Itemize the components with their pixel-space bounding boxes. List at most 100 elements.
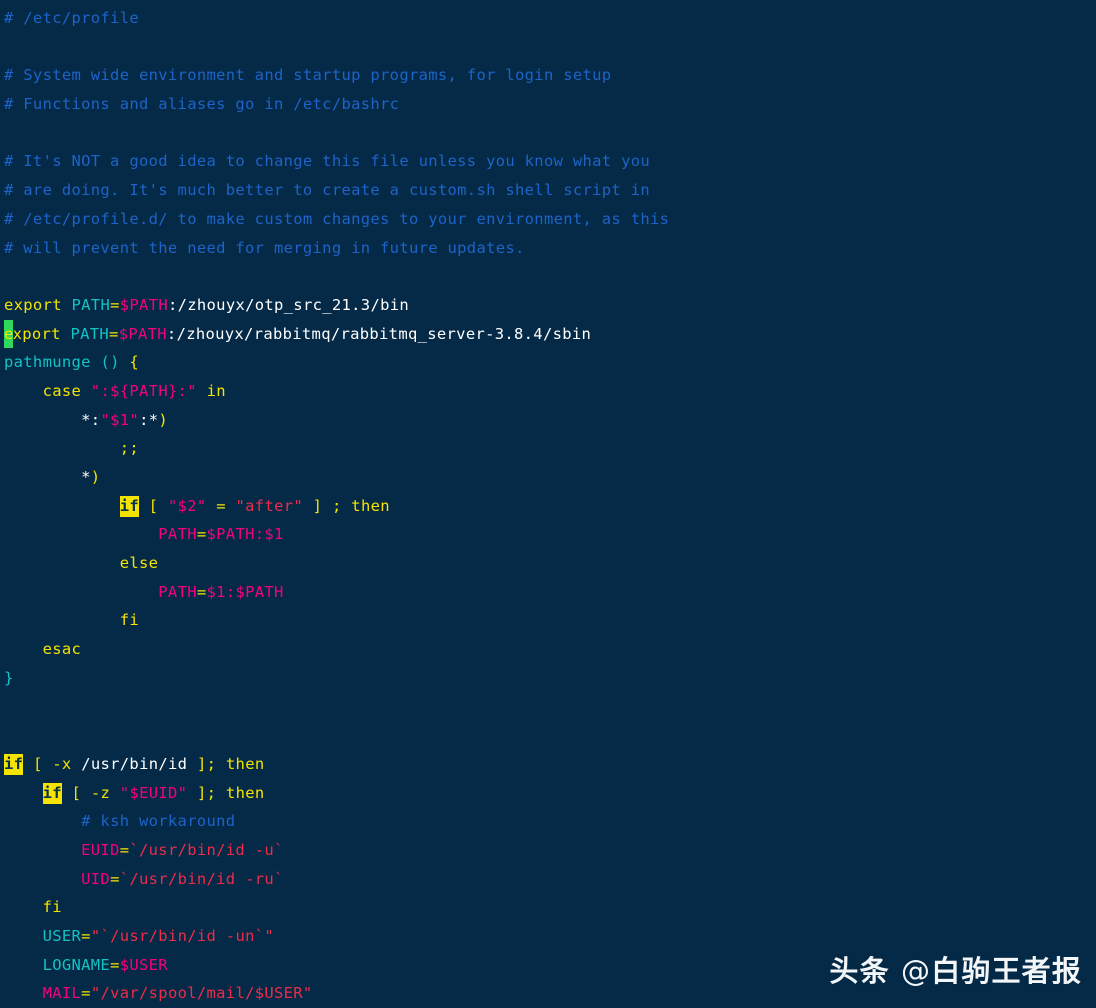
watermark-at-symbol: @: [901, 954, 932, 988]
code-line[interactable]: [4, 721, 1096, 750]
code-token-keyword: fi: [119, 611, 139, 630]
code-line[interactable]: }: [4, 664, 1096, 693]
code-token-var: $1: [206, 582, 226, 601]
code-token-var: "$EUID": [119, 783, 188, 802]
code-token-comment: # It's NOT a good idea to change this fi…: [4, 152, 650, 171]
code-token-string: "`/usr/bin/id -un`": [90, 927, 275, 945]
code-token-var: $1: [110, 410, 130, 429]
code-line[interactable]: export PATH=$PATH:/zhouyx/otp_src_21.3/b…: [4, 291, 1096, 320]
code-line[interactable]: # ksh workaround: [4, 807, 1096, 836]
code-token-keyword: ;: [206, 754, 217, 773]
code-line[interactable]: *): [4, 463, 1096, 492]
code-line[interactable]: fi: [4, 606, 1096, 635]
code-token-keyword: ): [90, 468, 101, 486]
code-line[interactable]: [4, 693, 1096, 722]
code-token-keyword: export: [4, 295, 62, 314]
code-token-keyword: ]: [312, 496, 323, 515]
code-line[interactable]: case ":${PATH}:" in: [4, 377, 1096, 406]
code-token-keyword: then: [225, 754, 265, 773]
code-token-string: `/usr/bin/id -ru`: [119, 869, 284, 888]
code-token-var: :": [177, 381, 197, 400]
code-token-keyword: else: [119, 554, 159, 573]
watermark-brand: 头条: [829, 954, 890, 988]
code-line[interactable]: ;;: [4, 434, 1096, 463]
code-line[interactable]: if [ -x /usr/bin/id ]; then: [4, 750, 1096, 779]
code-line[interactable]: esac: [4, 635, 1096, 664]
code-line[interactable]: USER="`/usr/bin/id -un`": [4, 922, 1096, 951]
code-token-brace: }: [4, 668, 14, 687]
code-line[interactable]: # It's NOT a good idea to change this fi…: [4, 147, 1096, 176]
code-token-string: "/var/spool/mail/$USER": [90, 984, 313, 1003]
code-line[interactable]: PATH=$PATH:$1: [4, 520, 1096, 549]
code-token-var: $PATH: [206, 525, 255, 544]
code-token-string: `/usr/bin/id -u`: [129, 840, 284, 859]
code-line[interactable]: # /etc/profile: [4, 4, 1096, 33]
code-token-keyword: ]: [196, 754, 207, 773]
code-token-var: EUID: [81, 840, 120, 859]
code-line[interactable]: PATH=$1:$PATH: [4, 578, 1096, 607]
code-line[interactable]: # /etc/profile.d/ to make custom changes…: [4, 205, 1096, 234]
code-token-var: :: [254, 525, 265, 544]
code-token-keyword: =: [110, 295, 120, 314]
code-token-plain: *: [148, 410, 159, 429]
code-token-keyword: ;: [206, 783, 217, 802]
code-line[interactable]: pathmunge () {: [4, 348, 1096, 377]
code-line[interactable]: else: [4, 549, 1096, 578]
code-token-plain: :: [90, 410, 101, 429]
code-token-string: "after": [235, 496, 304, 515]
code-token-keyword: =: [216, 496, 226, 515]
code-token-keyword: in: [206, 381, 226, 400]
code-token-ident: (): [100, 353, 120, 372]
code-token-plain: *: [81, 410, 91, 429]
code-token-keyword: ;: [331, 496, 342, 515]
source-code-listing[interactable]: # /etc/profile # System wide environment…: [4, 4, 1096, 1008]
code-token-keyword: ]: [196, 783, 207, 802]
code-editor-pane[interactable]: # /etc/profile # System wide environment…: [0, 0, 1096, 1002]
code-token-var: ": [100, 410, 111, 429]
code-line[interactable]: export PATH=$PATH:/zhouyx/rabbitmq/rabbi…: [4, 319, 1096, 349]
code-token-keyword: then: [225, 783, 265, 802]
code-line[interactable]: fi: [4, 893, 1096, 922]
code-line[interactable]: [4, 119, 1096, 148]
code-line[interactable]: *:"$1":*): [4, 406, 1096, 435]
code-line[interactable]: EUID=`/usr/bin/id -u`: [4, 836, 1096, 865]
code-line[interactable]: # Functions and aliases go in /etc/bashr…: [4, 90, 1096, 119]
code-token-keyword: fi: [42, 898, 62, 917]
code-token-comment: # will prevent the need for merging in f…: [4, 238, 525, 257]
code-line[interactable]: if [ -z "$EUID" ]; then: [4, 779, 1096, 808]
code-token-keyword: xport: [12, 324, 61, 343]
code-token-keyword: =: [110, 869, 120, 888]
code-line[interactable]: # will prevent the need for merging in f…: [4, 234, 1096, 263]
code-line[interactable]: [4, 262, 1096, 291]
code-token-var: $PATH: [235, 582, 284, 601]
code-line[interactable]: [4, 33, 1096, 62]
code-line[interactable]: # System wide environment and startup pr…: [4, 61, 1096, 90]
code-token-comment: # Functions and aliases go in /etc/bashr…: [4, 95, 400, 114]
code-line[interactable]: if [ "$2" = "after" ] ; then: [4, 492, 1096, 521]
code-line[interactable]: # are doing. It's much better to create …: [4, 176, 1096, 205]
code-token-keyword: =: [196, 582, 207, 601]
code-token-keyword: =: [81, 984, 91, 1003]
code-line[interactable]: UID=`/usr/bin/id -ru`: [4, 865, 1096, 894]
